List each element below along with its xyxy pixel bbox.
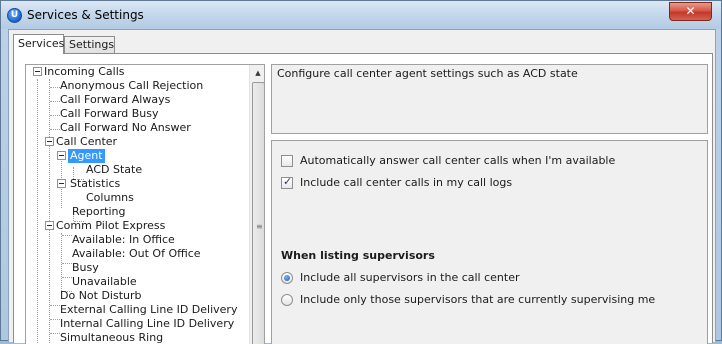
collapse-incoming-calls-icon[interactable] <box>33 67 42 76</box>
tree-item-acd-state[interactable]: ACD State <box>86 163 142 177</box>
tree-item-simultaneous-ring[interactable]: Simultaneous Ring <box>60 331 163 344</box>
tree-item-external-calling-line-id[interactable]: External Calling Line ID Delivery <box>60 303 237 317</box>
tree-item-available-in-office[interactable]: Available: In Office <box>72 233 175 247</box>
description-box: Configure call center agent settings suc… <box>271 64 708 134</box>
tab-services[interactable]: Services <box>13 34 64 54</box>
dialog-body: Services Settings Incoming Calls Anonymo… <box>8 29 716 344</box>
services-tab-panel: Incoming Calls Anonymous Call Rejection … <box>13 53 713 344</box>
tree-item-do-not-disturb[interactable]: Do Not Disturb <box>60 289 142 303</box>
services-tree-pane: Incoming Calls Anonymous Call Rejection … <box>25 64 265 344</box>
include-current-supervisors-label[interactable]: Include only those supervisors that are … <box>300 293 655 307</box>
tree-item-incoming-calls[interactable]: Incoming Calls <box>44 65 124 79</box>
tree-item-internal-calling-line-id[interactable]: Internal Calling Line ID Delivery <box>60 317 234 331</box>
auto-answer-label[interactable]: Automatically answer call center calls w… <box>300 154 615 168</box>
include-all-supervisors-radio[interactable] <box>281 272 293 284</box>
agent-settings-box: Automatically answer call center calls w… <box>271 140 708 344</box>
tree-item-reporting[interactable]: Reporting <box>72 205 125 219</box>
include-current-supervisors-radio[interactable] <box>281 294 293 306</box>
services-tree: Incoming Calls Anonymous Call Rejection … <box>26 65 250 344</box>
auto-answer-checkbox[interactable] <box>281 155 293 167</box>
tree-item-call-forward-no-answer[interactable]: Call Forward No Answer <box>60 121 191 135</box>
collapse-statistics-icon[interactable] <box>57 179 66 188</box>
description-text: Configure call center agent settings suc… <box>277 67 578 80</box>
scroll-up-arrow-icon[interactable]: ▲ <box>250 65 264 81</box>
tree-item-available-out-of-office[interactable]: Available: Out Of Office <box>72 247 201 261</box>
title-bar[interactable]: U Services & Settings ✕ <box>1 1 721 29</box>
tree-item-call-forward-always[interactable]: Call Forward Always <box>60 93 170 107</box>
window-title: Services & Settings <box>27 8 144 22</box>
tree-item-statistics[interactable]: Statistics <box>70 177 120 191</box>
scrollbar-grip-icon: ≡ <box>256 222 263 231</box>
tree-item-columns[interactable]: Columns <box>86 191 134 205</box>
tree-item-busy[interactable]: Busy <box>72 261 99 275</box>
tab-settings[interactable]: Settings <box>64 36 115 53</box>
tree-item-anonymous-call-rejection[interactable]: Anonymous Call Rejection <box>60 79 203 93</box>
include-call-logs-label[interactable]: Include call center calls in my call log… <box>300 176 512 190</box>
close-icon: ✕ <box>685 4 696 18</box>
close-button[interactable]: ✕ <box>669 2 712 21</box>
include-all-supervisors-label[interactable]: Include all supervisors in the call cent… <box>300 271 520 285</box>
tree-scrollbar[interactable]: ▲ ≡ <box>249 65 264 344</box>
tree-item-comm-pilot-express[interactable]: Comm Pilot Express <box>56 219 165 233</box>
collapse-agent-icon[interactable] <box>57 151 66 160</box>
app-icon: U <box>7 8 22 23</box>
tree-item-call-forward-busy[interactable]: Call Forward Busy <box>60 107 159 121</box>
supervisors-heading: When listing supervisors <box>281 249 435 262</box>
services-settings-window: U Services & Settings ✕ Services Setting… <box>0 0 722 344</box>
include-call-logs-checkbox[interactable] <box>281 175 293 189</box>
tree-item-call-center[interactable]: Call Center <box>56 135 117 149</box>
scrollbar-thumb[interactable]: ≡ <box>252 82 264 344</box>
collapse-call-center-icon[interactable] <box>45 137 54 146</box>
collapse-comm-pilot-express-icon[interactable] <box>45 221 54 230</box>
tree-item-agent[interactable]: Agent <box>68 149 105 163</box>
tree-item-unavailable[interactable]: Unavailable <box>72 275 137 289</box>
